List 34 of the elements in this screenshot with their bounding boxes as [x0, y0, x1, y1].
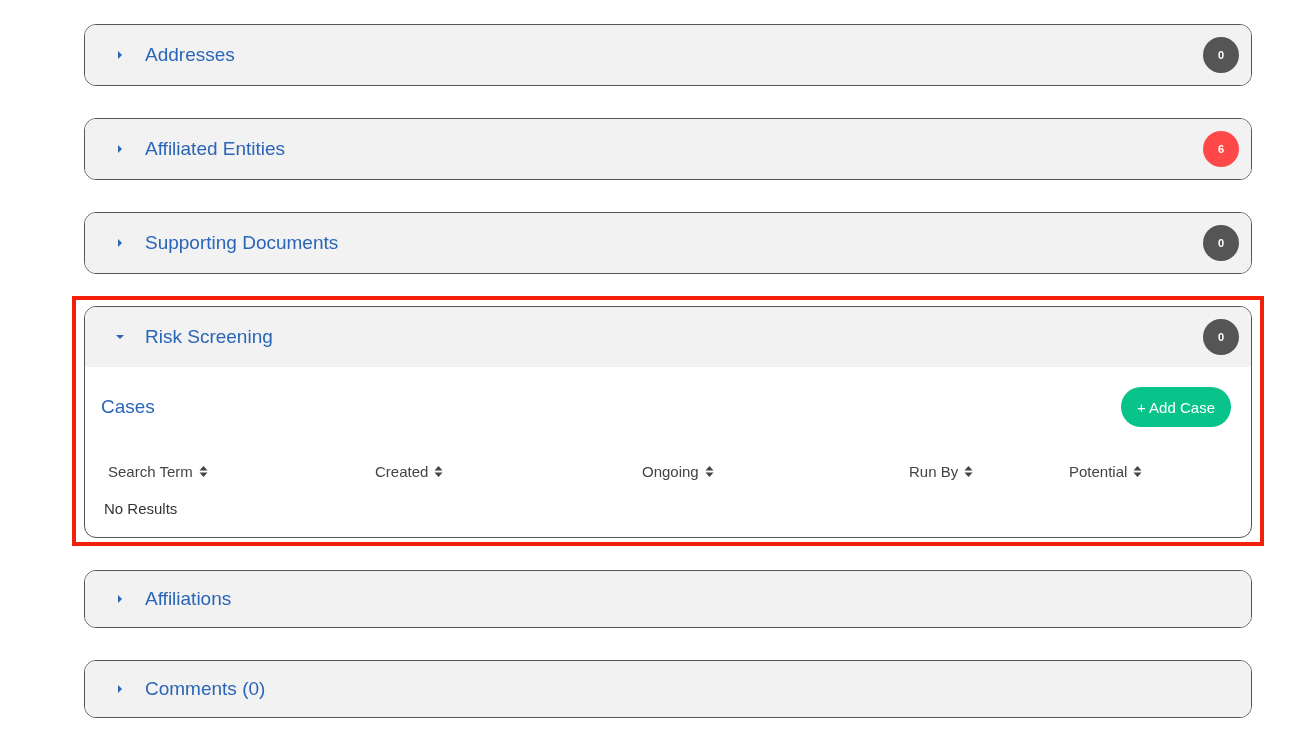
section-title: Comments (0) — [145, 677, 267, 701]
accordion-header[interactable]: Supporting Documents 0 — [85, 213, 1251, 273]
count-badge: 0 — [1203, 225, 1239, 261]
caret-icon — [115, 594, 125, 604]
caret-icon — [115, 684, 125, 694]
column-header[interactable]: Search Term — [108, 461, 208, 481]
column-header[interactable]: Run By — [909, 461, 974, 481]
column-header[interactable]: Potential — [1069, 461, 1143, 481]
accordion-header[interactable]: Affiliated Entities 6 — [85, 119, 1251, 179]
accordion-header[interactable]: Risk Screening 0 — [85, 307, 1251, 367]
empty-message: No Results — [104, 500, 179, 517]
section-title: Affiliations — [145, 587, 233, 611]
section-title: Affiliated Entities — [145, 137, 287, 161]
accordion-header[interactable]: Addresses 0 — [85, 25, 1251, 85]
cases-heading: Cases — [101, 396, 155, 418]
caret-icon — [115, 238, 125, 248]
sort-icon — [704, 464, 714, 478]
accordion-header[interactable]: Comments (0) — [85, 661, 1251, 717]
column-header[interactable]: Created — [375, 461, 444, 481]
sort-icon — [964, 464, 974, 478]
column-header[interactable]: Ongoing — [642, 461, 714, 481]
section-title: Risk Screening — [145, 325, 274, 349]
caret-icon — [115, 144, 125, 154]
caret-icon — [115, 50, 125, 60]
count-badge: 0 — [1203, 37, 1239, 73]
count-badge: 0 — [1203, 319, 1239, 355]
sort-icon — [1133, 464, 1143, 478]
section-title: Supporting Documents — [145, 231, 340, 255]
count-badge: 6 — [1203, 131, 1239, 167]
sort-icon — [434, 464, 444, 478]
accordion-header[interactable]: Affiliations — [85, 571, 1251, 627]
caret-icon — [115, 332, 125, 342]
section-title: Addresses — [145, 43, 236, 67]
sort-icon — [198, 464, 208, 478]
